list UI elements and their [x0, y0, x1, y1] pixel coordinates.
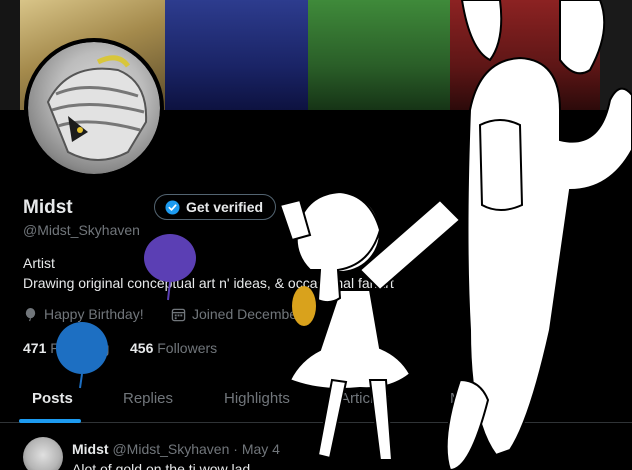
calendar-icon [171, 308, 186, 321]
balloon-icon [25, 307, 36, 321]
banner-panel [600, 0, 632, 110]
post-meta[interactable]: @Midst_Skyhaven · May 4 [112, 441, 280, 457]
tab-media[interactable]: Media [450, 390, 491, 407]
followers-link[interactable]: 456 Followers [130, 340, 217, 356]
joined-meta: Joined December [171, 306, 302, 322]
avatar-illustration [46, 55, 148, 161]
banner-panel-blue [165, 0, 308, 110]
birthday-meta: Happy Birthday! [23, 306, 144, 322]
following-link[interactable]: 471 Following [23, 340, 109, 356]
post-avatar[interactable] [23, 437, 63, 470]
birthday-text: Happy Birthday! [44, 306, 144, 322]
profile-name: Midst [23, 197, 73, 218]
tab-posts[interactable]: Posts [32, 390, 73, 407]
followers-count: 456 [130, 340, 154, 356]
active-tab-indicator [19, 419, 81, 423]
bio-title: Artist [23, 255, 55, 271]
get-verified-label: Get verified [186, 199, 264, 215]
post-text: Alot of gold on the ti wow lad [72, 461, 251, 470]
tab-articles[interactable]: Articles [340, 390, 389, 407]
tab-replies[interactable]: Replies [123, 390, 173, 407]
banner-panel-green [308, 0, 450, 110]
banner-panel-red [450, 0, 600, 110]
followers-label: Followers [157, 340, 218, 356]
profile-handle: @Midst_Skyhaven [23, 222, 140, 238]
following-count: 471 [23, 340, 47, 356]
banner-panel [0, 0, 20, 110]
bio-text: Drawing original conceptual art n' ideas… [23, 275, 394, 291]
verified-badge-icon [165, 199, 180, 215]
joined-text: Joined December [192, 306, 302, 322]
profile-tabs: Posts Replies Highlights Articles Media [0, 377, 632, 423]
post-author[interactable]: Midst [72, 441, 109, 457]
tab-highlights[interactable]: Highlights [224, 390, 290, 407]
get-verified-button[interactable]: Get verified [154, 194, 277, 220]
profile-avatar[interactable] [24, 38, 164, 178]
following-label: Following [50, 340, 110, 356]
post-header: Midst @Midst_Skyhaven · May 4 [72, 441, 280, 457]
